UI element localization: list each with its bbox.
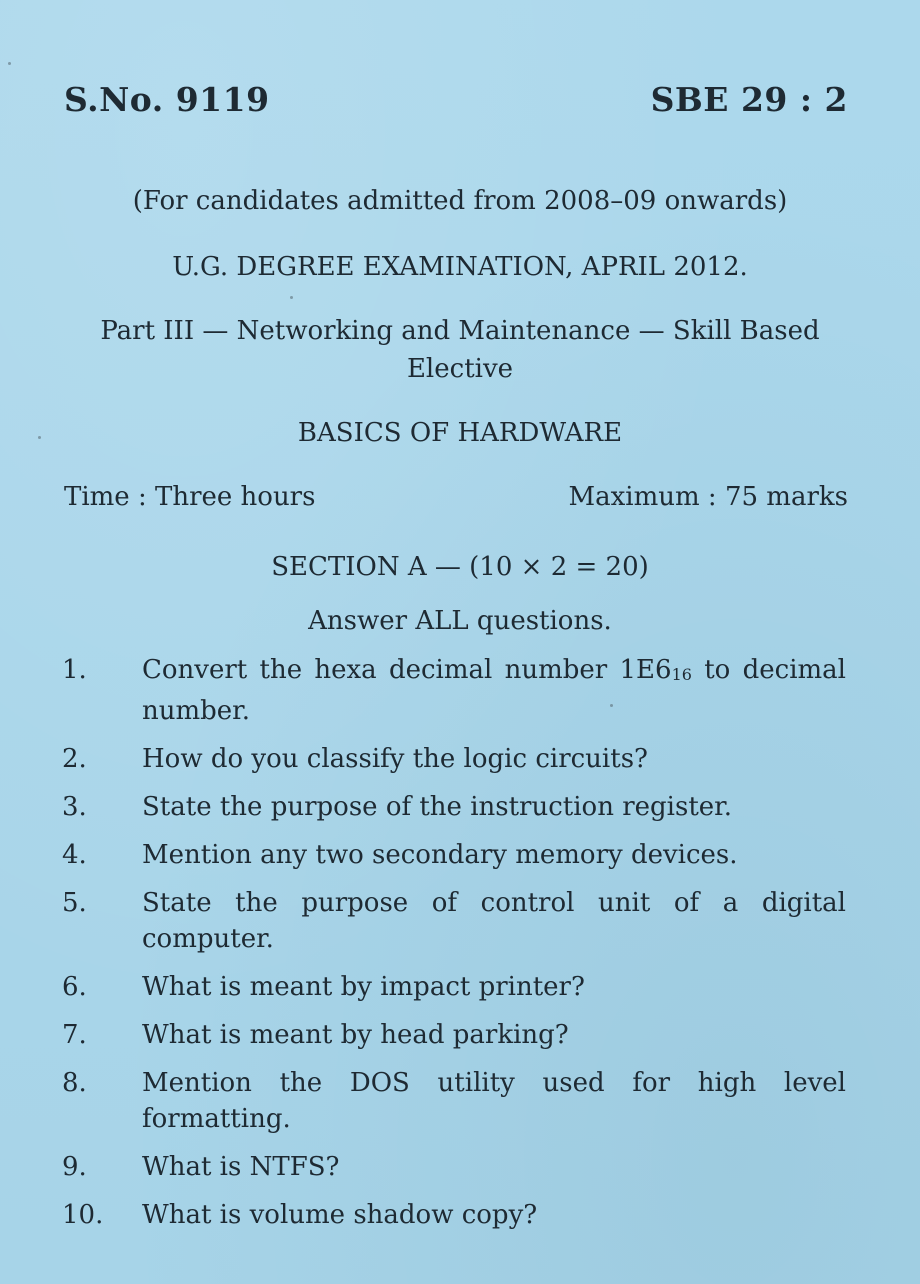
paper-speck xyxy=(290,296,293,299)
question-text: What is meant by head parking? xyxy=(142,1020,569,1050)
question-text: Convert the hexa decimal number 1E616 to… xyxy=(142,655,846,726)
question-text: What is meant by impact printer? xyxy=(142,972,585,1002)
question-number: 7. xyxy=(62,1020,87,1050)
course-title-line-2: Elective xyxy=(406,354,514,384)
serial-number: S.No. 9119 xyxy=(64,80,270,119)
question-text: State the purpose of the instruction reg… xyxy=(142,792,733,822)
section-a-title: SECTION A — (10 × 2 = 20) xyxy=(271,552,649,582)
question-item: 3. State the purpose of the instruction … xyxy=(62,789,846,825)
question-item: 8. Mention the DOS utility used for high… xyxy=(62,1065,846,1137)
question-number: 1. xyxy=(62,655,87,685)
paper-speck xyxy=(38,436,41,439)
paper-header: S.No. 9119 SBE 29 : 2 xyxy=(64,80,848,119)
maximum-marks: Maximum : 75 marks xyxy=(568,482,848,512)
section-a-instruction: Answer ALL questions. xyxy=(308,606,612,636)
question-text: How do you classify the logic circuits? xyxy=(142,744,648,774)
subscript-base: 16 xyxy=(671,665,692,684)
question-number: 5. xyxy=(62,888,87,918)
paper-speck xyxy=(610,704,613,707)
time-marks-row: Time : Three hours Maximum : 75 marks xyxy=(64,482,848,512)
question-list: 1. Convert the hexa decimal number 1E616… xyxy=(62,652,846,1245)
question-item: 2. How do you classify the logic circuit… xyxy=(62,741,846,777)
question-text: What is NTFS? xyxy=(142,1152,340,1182)
paper-code: SBE 29 : 2 xyxy=(650,80,848,119)
question-number: 6. xyxy=(62,972,87,1002)
exam-paper-page: S.No. 9119 SBE 29 : 2 (For candidates ad… xyxy=(0,0,920,1284)
question-item: 7. What is meant by head parking? xyxy=(62,1017,846,1053)
subject-title: BASICS OF HARDWARE xyxy=(297,418,623,448)
question-item: 9. What is NTFS? xyxy=(62,1149,846,1185)
question-text: Mention any two secondary memory devices… xyxy=(142,840,738,870)
question-item: 5. State the purpose of control unit of … xyxy=(62,885,846,957)
question-number: 2. xyxy=(62,744,87,774)
question-number: 9. xyxy=(62,1152,87,1182)
exam-title: U.G. DEGREE EXAMINATION, APRIL 2012. xyxy=(172,252,748,282)
question-number: 3. xyxy=(62,792,87,822)
question-text: What is volume shadow copy? xyxy=(142,1200,538,1230)
course-title-line-1: Part III — Networking and Maintenance — … xyxy=(100,316,820,346)
question-text: State the purpose of control unit of a d… xyxy=(142,888,846,954)
eligibility-note: (For candidates admitted from 2008–09 on… xyxy=(132,186,788,216)
time-allowed: Time : Three hours xyxy=(64,482,316,512)
question-number: 4. xyxy=(62,840,87,870)
question-item: 4. Mention any two secondary memory devi… xyxy=(62,837,846,873)
paper-speck xyxy=(8,62,11,65)
question-item: 10. What is volume shadow copy? xyxy=(62,1197,846,1233)
question-item: 6. What is meant by impact printer? xyxy=(62,969,846,1005)
question-number: 8. xyxy=(62,1068,87,1098)
question-text: Mention the DOS utility used for high le… xyxy=(142,1068,846,1134)
question-item: 1. Convert the hexa decimal number 1E616… xyxy=(62,652,846,729)
question-number: 10. xyxy=(62,1200,104,1230)
